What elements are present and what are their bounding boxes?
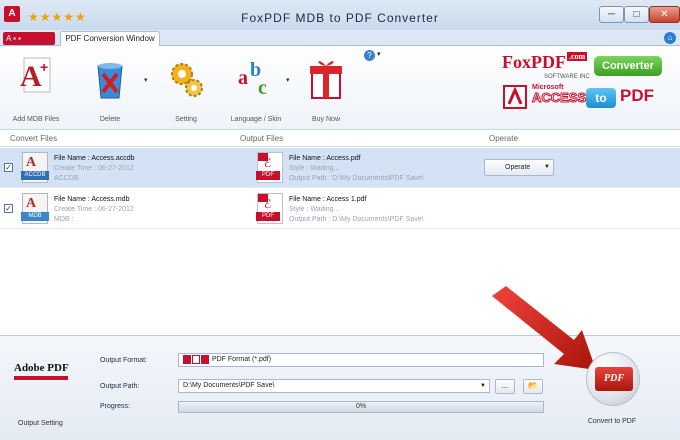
source-file-type: ACCDB <box>54 175 79 182</box>
converter-badge: Converter <box>594 56 662 76</box>
delete-dropdown-chevron-icon[interactable]: ▾ <box>144 76 148 84</box>
arrow-format-icon <box>192 354 200 364</box>
svg-text:A: A <box>20 60 42 93</box>
output-file-name: File Name : Access.pdf <box>289 155 361 162</box>
svg-text:+: + <box>40 59 48 75</box>
access-format-icon <box>183 354 191 364</box>
output-path-label: Output Path: <box>100 383 140 390</box>
open-folder-button[interactable]: 📂 <box>523 379 543 394</box>
ribbon: A + Add MDB Files Delete ▾ Setting a b c… <box>0 46 680 130</box>
pdf-convert-icon: PDF <box>595 367 633 391</box>
brand-banner: FoxPDF .com SOFTWARE INC Converter Micros… <box>500 50 670 126</box>
tab-strip: A ▪ ▪ PDF Conversion Window ⌂ <box>0 30 680 46</box>
chevron-down-icon: ▼ <box>544 164 550 170</box>
pdf-file-icon: ℰ PDF <box>256 152 283 183</box>
progress-bar: 0% <box>178 401 544 413</box>
mdb-file-icon: A MDB <box>21 193 49 224</box>
pdf-file-icon: ℰ PDF <box>256 193 283 224</box>
foxpdf-logo: FoxPDF .com <box>502 52 588 72</box>
output-setting-label: Output Setting <box>18 420 63 427</box>
progress-label: Progress: <box>100 403 130 410</box>
table-row[interactable]: ✓ A MDB File Name : Access.mdb Create Ti… <box>0 189 680 229</box>
svg-text:a: a <box>238 67 248 89</box>
minimize-button[interactable]: ─ <box>599 6 624 23</box>
gears-icon <box>171 63 203 97</box>
pdf-format-icon <box>201 354 209 364</box>
list-header: Convert Files Output Files Operate <box>0 130 680 147</box>
folder-icon: 📂 <box>528 381 538 390</box>
output-path: Output Path : D:\My Documents\PDF Save\ <box>289 175 424 182</box>
row-checkbox[interactable]: ✓ <box>4 204 13 213</box>
accdb-file-icon: A ACCDB <box>21 152 49 183</box>
svg-text:c: c <box>258 77 267 99</box>
output-file-name: File Name : Access 1.pdf <box>289 196 367 203</box>
help-icon[interactable]: ? <box>364 50 375 61</box>
convert-to-pdf-button[interactable]: PDF <box>586 352 640 406</box>
abc-icon: a b c <box>238 59 267 99</box>
source-create-time: Create Time : 06-27-2012 <box>54 165 134 172</box>
tab-pdf-conversion-window[interactable]: PDF Conversion Window <box>60 31 160 46</box>
language-skin-label: Language / Skin <box>230 116 282 123</box>
to-badge: to <box>586 88 616 108</box>
help-chevron-down-icon[interactable]: ▾ <box>377 50 381 58</box>
buy-now-label: Buy Now <box>311 116 340 123</box>
close-button[interactable]: ✕ <box>649 6 680 23</box>
access-key-icon <box>503 85 527 109</box>
progress-percent: 0% <box>355 403 367 410</box>
quick-access-toolbar[interactable]: A ▪ ▪ <box>3 32 55 45</box>
delete-button[interactable]: Delete <box>80 50 140 128</box>
add-mdb-files-button[interactable]: A + Add MDB Files <box>6 50 66 128</box>
language-dropdown-chevron-icon[interactable]: ▾ <box>286 76 290 84</box>
output-style: Style : Waiting... <box>289 206 340 213</box>
delete-label: Delete <box>99 116 121 123</box>
add-files-icon: A + <box>20 57 51 93</box>
window-title: FoxPDF MDB to PDF Converter <box>241 11 439 25</box>
output-path-input[interactable]: D:\My Documents\PDF Save\ ▼ <box>178 379 490 393</box>
source-file-name: File Name : Access.mdb <box>54 196 130 203</box>
convert-to-pdf-label: Convert to PDF <box>587 418 637 425</box>
output-style: Style : Waiting... <box>289 165 340 172</box>
source-create-time: Create Time : 06-27-2012 <box>54 206 134 213</box>
adobe-pdf-logo: Adobe PDF <box>14 362 72 394</box>
output-path: Output Path : D:\My Documents\PDF Save\ <box>289 216 424 223</box>
output-format-label: Output Format: <box>100 357 148 364</box>
red-arrow-icon <box>492 286 596 370</box>
gift-icon <box>310 61 342 99</box>
header-convert-files: Convert Files <box>10 134 58 143</box>
software-inc-text: SOFTWARE INC <box>544 74 590 80</box>
header-output-files: Output Files <box>240 134 284 143</box>
recycle-bin-icon <box>97 63 123 99</box>
add-mdb-files-label: Add MDB Files <box>12 116 60 123</box>
table-row[interactable]: ✓ A ACCDB File Name : Access.accdb Creat… <box>0 148 680 188</box>
browse-button[interactable]: ... <box>495 379 515 394</box>
row-checkbox[interactable]: ✓ <box>4 163 13 172</box>
setting-label: Setting <box>175 116 197 123</box>
access-logo: Microsoft ACCESS <box>500 84 587 110</box>
pdf-brand-text: PDF <box>620 86 654 105</box>
title-bar: A ★★★★★ FoxPDF MDB to PDF Converter ─ □ … <box>0 0 680 34</box>
chevron-down-icon: ▼ <box>480 383 486 389</box>
operate-dropdown-button[interactable]: Operate ▼ <box>484 159 554 176</box>
source-file-name: File Name : Access.accdb <box>54 155 135 162</box>
header-operate: Operate <box>489 134 518 143</box>
language-skin-button[interactable]: a b c Language / Skin <box>226 50 286 128</box>
buy-now-button[interactable]: Buy Now <box>296 50 356 128</box>
setting-button[interactable]: Setting <box>156 50 216 128</box>
maximize-button[interactable]: □ <box>624 6 649 23</box>
source-file-type: MDB : <box>54 216 74 223</box>
home-icon[interactable]: ⌂ <box>664 32 676 44</box>
